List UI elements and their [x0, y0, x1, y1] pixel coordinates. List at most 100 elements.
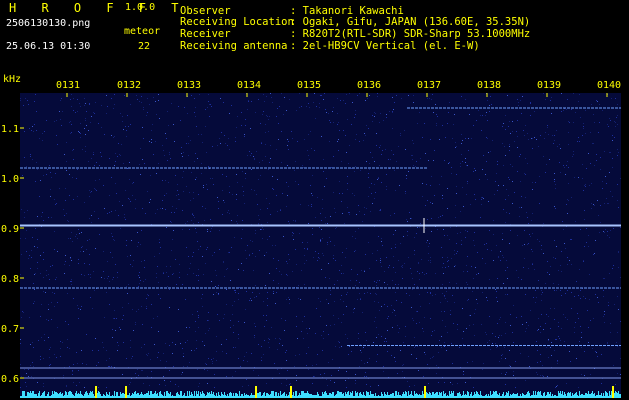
noise-pixel	[413, 143, 414, 144]
noise-pixel	[89, 254, 90, 255]
noise-pixel	[162, 208, 163, 209]
noise-pixel	[114, 240, 115, 241]
baseline-bar	[347, 392, 348, 398]
noise-pixel	[427, 219, 428, 220]
noise-pixel	[263, 229, 264, 230]
noise-pixel	[517, 171, 518, 172]
noise-pixel	[147, 112, 148, 113]
noise-pixel	[205, 363, 206, 364]
noise-pixel	[493, 234, 494, 235]
noise-pixel	[570, 239, 571, 240]
baseline-bar	[344, 396, 345, 398]
baseline-bar	[566, 396, 567, 398]
noise-pixel	[117, 272, 118, 273]
noise-pixel	[408, 257, 409, 258]
noise-pixel	[472, 361, 473, 362]
noise-pixel	[78, 259, 79, 260]
noise-pixel	[34, 301, 35, 302]
baseline-bar	[503, 392, 504, 398]
noise-pixel	[65, 261, 66, 262]
noise-pixel	[138, 275, 139, 276]
baseline-bar	[148, 391, 149, 398]
noise-pixel	[136, 311, 137, 312]
noise-pixel	[289, 99, 290, 100]
noise-pixel	[50, 266, 51, 267]
noise-pixel	[595, 351, 596, 352]
noise-pixel	[125, 190, 126, 191]
noise-pixel	[546, 164, 547, 165]
baseline-bar	[333, 392, 334, 398]
noise-pixel	[333, 315, 334, 316]
noise-pixel	[351, 269, 352, 270]
noise-pixel	[525, 158, 526, 159]
noise-pixel	[617, 200, 618, 201]
noise-pixel	[175, 384, 176, 385]
noise-pixel	[207, 189, 208, 190]
noise-pixel	[375, 192, 376, 193]
noise-pixel	[618, 309, 619, 310]
noise-pixel	[591, 208, 592, 209]
noise-pixel	[603, 278, 604, 279]
noise-pixel	[322, 199, 323, 200]
noise-pixel	[80, 123, 81, 124]
noise-pixel	[90, 277, 91, 278]
noise-pixel	[200, 246, 201, 247]
noise-pixel	[281, 383, 282, 384]
noise-pixel	[444, 342, 445, 343]
axis-marks	[20, 93, 621, 398]
noise-pixel	[406, 175, 407, 176]
noise-pixel	[509, 213, 510, 214]
noise-pixel	[31, 130, 32, 131]
noise-pixel	[142, 127, 143, 128]
noise-pixel	[581, 374, 582, 375]
noise-pixel	[381, 266, 382, 267]
noise-pixel	[455, 147, 456, 148]
noise-pixel	[33, 366, 34, 367]
noise-pixel	[477, 252, 478, 253]
noise-pixel	[298, 285, 299, 286]
noise-pixel	[28, 258, 29, 259]
noise-pixel	[172, 274, 173, 275]
noise-pixel	[80, 137, 81, 138]
noise-pixel	[35, 181, 36, 182]
noise-pixel	[461, 244, 462, 245]
noise-pixel	[461, 154, 462, 155]
baseline-bar	[243, 396, 244, 398]
noise-pixel	[130, 104, 131, 105]
noise-pixel	[167, 160, 168, 161]
noise-pixel	[168, 276, 169, 277]
noise-pixel	[598, 302, 599, 303]
noise-pixel	[449, 282, 450, 283]
noise-pixel	[330, 122, 331, 123]
noise-pixel	[456, 146, 457, 147]
noise-pixel	[528, 268, 529, 269]
baseline-bar	[358, 396, 359, 398]
baseline-bar	[408, 391, 409, 398]
baseline-bar	[461, 396, 462, 398]
noise-pixel	[67, 347, 68, 348]
noise-pixel	[280, 209, 281, 210]
noise-pixel	[601, 354, 602, 355]
noise-pixel	[409, 386, 410, 387]
noise-pixel	[235, 371, 236, 372]
noise-pixel	[319, 103, 320, 104]
noise-pixel	[491, 250, 492, 251]
noise-pixel	[564, 243, 565, 244]
baseline-bar	[528, 391, 529, 398]
noise-pixel	[569, 351, 570, 352]
baseline-bar	[311, 394, 312, 398]
noise-pixel	[503, 123, 504, 124]
noise-pixel	[563, 110, 564, 111]
noise-pixel	[179, 272, 180, 273]
baseline-bar	[123, 393, 124, 398]
noise-pixel	[323, 331, 324, 332]
noise-pixel	[510, 164, 511, 165]
noise-pixel	[195, 331, 196, 332]
baseline-bar	[393, 393, 394, 398]
noise-pixel	[532, 138, 533, 139]
noise-pixel	[617, 373, 618, 374]
noise-pixel	[381, 336, 382, 337]
noise-pixel	[537, 362, 538, 363]
noise-pixel	[574, 332, 575, 333]
baseline-bar	[135, 391, 136, 398]
